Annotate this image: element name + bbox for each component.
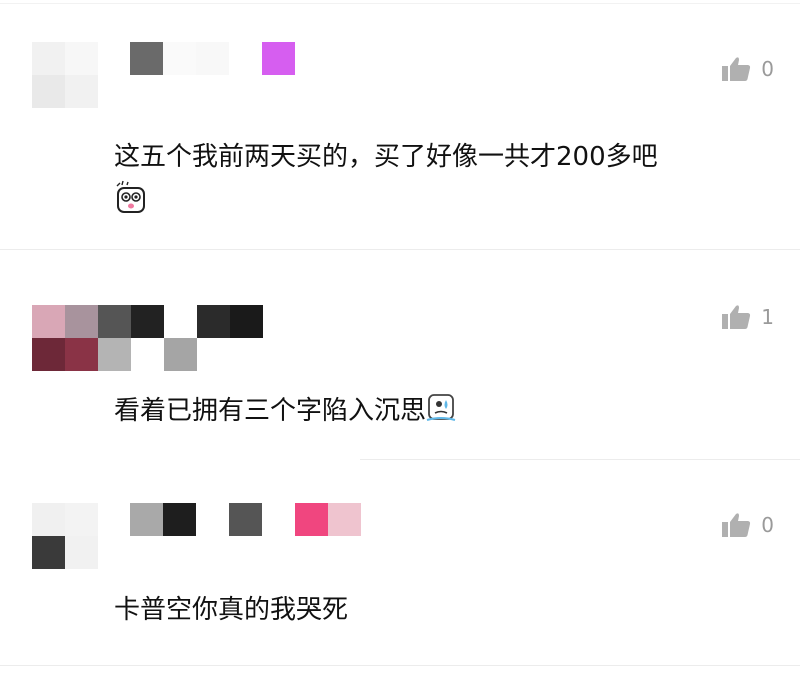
like-button[interactable]: 0 xyxy=(721,56,774,82)
like-button[interactable]: 0 xyxy=(721,512,774,538)
like-count: 1 xyxy=(761,305,774,329)
sweating-face-emoji xyxy=(426,392,456,431)
like-count: 0 xyxy=(761,57,774,81)
like-button[interactable]: 1 xyxy=(721,304,774,330)
comment-item: 0 这五个我前两天买的，买了好像一共才200多吧 xyxy=(0,0,800,250)
thumbs-up-icon xyxy=(721,512,751,538)
comment-item: 0 卡普空你真的我哭死 xyxy=(0,460,800,700)
comment-text: 卡普空你真的我哭死 xyxy=(114,595,349,625)
comment-text: 看着已拥有三个字陷入沉思 xyxy=(114,392,456,431)
thumbs-up-icon xyxy=(721,304,751,330)
comment-text: 这五个我前两天买的，买了好像一共才200多吧 xyxy=(114,142,658,172)
thumbs-up-icon xyxy=(721,56,751,82)
surprised-face-emoji xyxy=(114,180,148,218)
like-count: 0 xyxy=(761,513,774,537)
comment-item: 1 看着已拥有三个字陷入沉思 xyxy=(0,250,800,460)
bottom-divider xyxy=(0,665,800,666)
comment-text-content: 看着已拥有三个字陷入沉思 xyxy=(114,396,427,426)
